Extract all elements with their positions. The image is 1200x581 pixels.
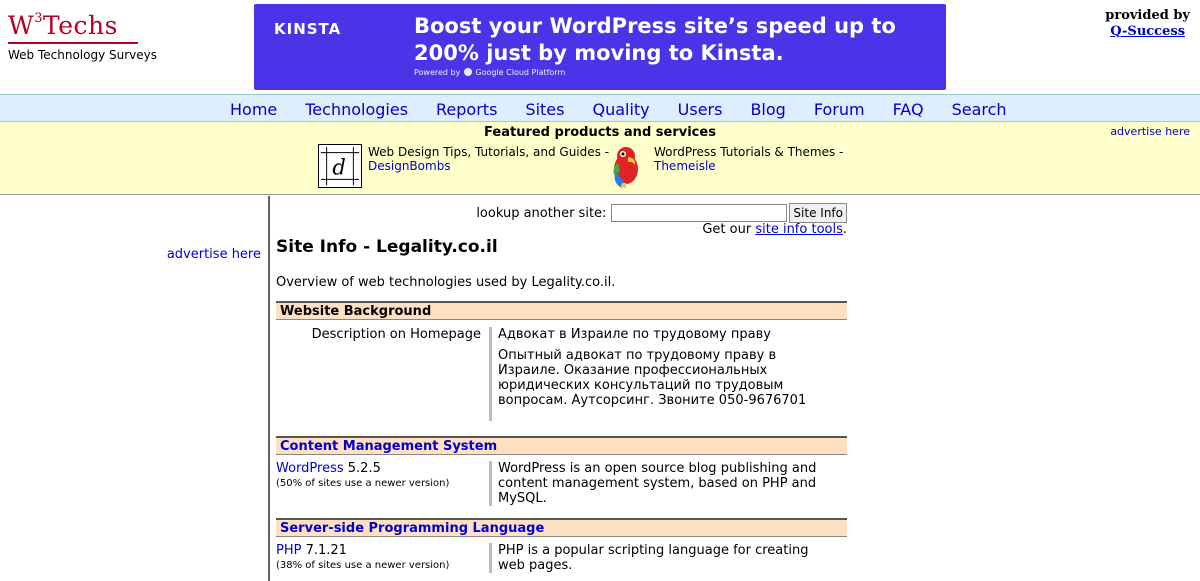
advertise-link-left[interactable]: advertise here xyxy=(167,247,261,262)
page-title: Site Info - Legality.co.il xyxy=(276,237,498,257)
main-nav: Home Technologies Reports Sites Quality … xyxy=(0,94,1200,122)
description-title: Адвокат в Израиле по трудовому праву xyxy=(498,327,771,342)
site-info-tools-link[interactable]: site info tools xyxy=(755,222,843,237)
logo-underline xyxy=(8,42,138,44)
php-version-note: (38% of sites use a newer version) xyxy=(276,560,450,571)
wordpress-description: WordPress is an open source blog publish… xyxy=(489,461,829,506)
server-language-section-link[interactable]: Server-side Programming Language xyxy=(280,521,544,536)
featured-products: Featured products and services advertise… xyxy=(0,122,1200,195)
provided-by: provided by Q-Success xyxy=(1105,8,1190,40)
php-version: 7.1.21 xyxy=(305,543,347,558)
description-value: Адвокат в Израиле по трудовому праву Опы… xyxy=(489,327,829,421)
kinsta-ad-banner[interactable]: KINSTA Boost your WordPress site’s speed… xyxy=(254,4,946,90)
lookup-form: lookup another site: Site Info xyxy=(476,203,847,223)
featured-item-themeisle: WordPress Tutorials & Themes - Themeisle xyxy=(604,144,844,189)
w3techs-logo[interactable]: W3Techs Web Technology Surveys xyxy=(8,4,208,62)
wordpress-version-note: (50% of sites use a newer version) xyxy=(276,478,450,489)
nav-quality[interactable]: Quality xyxy=(592,100,649,119)
php-description: PHP is a popular scripting language for … xyxy=(489,543,829,573)
left-sidebar: advertise here xyxy=(0,196,270,581)
designbombs-icon-svg: d xyxy=(320,146,360,186)
logo-title: W3Techs xyxy=(8,11,118,40)
ad-powered-by: Powered by Google Cloud Platform xyxy=(414,68,566,77)
featured-title: Featured products and services xyxy=(484,125,716,140)
site-info-tools-line: Get our site info tools. xyxy=(702,222,847,237)
svg-text:d: d xyxy=(332,156,345,180)
nav-blog[interactable]: Blog xyxy=(750,100,785,119)
nav-technologies[interactable]: Technologies xyxy=(305,100,408,119)
featured-item-designbombs: d Web Design Tips, Tutorials, and Guides… xyxy=(318,144,609,188)
themeisle-link[interactable]: Themeisle xyxy=(654,159,716,173)
nav-search[interactable]: Search xyxy=(952,100,1007,119)
lookup-site-input[interactable] xyxy=(611,204,788,222)
q-success-link[interactable]: Q-Success xyxy=(1110,24,1185,39)
themeisle-parrot-icon[interactable] xyxy=(604,144,648,189)
page-overview: Overview of web technologies used by Leg… xyxy=(276,275,616,290)
featured-themeisle-text: WordPress Tutorials & Themes - xyxy=(654,145,844,159)
provided-label: provided by xyxy=(1105,8,1190,23)
wordpress-version: 5.2.5 xyxy=(347,461,381,476)
nav-sites[interactable]: Sites xyxy=(525,100,564,119)
cms-section-link[interactable]: Content Management System xyxy=(280,439,497,454)
section-server-language[interactable]: Server-side Programming Language xyxy=(276,518,847,537)
description-text: Опытный адвокат по трудовому праву в Изр… xyxy=(498,348,807,408)
designbombs-link[interactable]: DesignBombs xyxy=(368,159,451,173)
section-website-background: Website Background xyxy=(276,301,847,320)
featured-designbombs-text: Web Design Tips, Tutorials, and Guides - xyxy=(368,145,610,159)
php-link[interactable]: PHP xyxy=(276,543,301,558)
section-cms[interactable]: Content Management System xyxy=(276,436,847,455)
nav-home[interactable]: Home xyxy=(230,100,277,119)
parrot-svg xyxy=(613,147,638,189)
nav-reports[interactable]: Reports xyxy=(436,100,497,119)
logo-tagline: Web Technology Surveys xyxy=(8,48,158,62)
ad-headline: Boost your WordPress site’s speed up to … xyxy=(414,14,896,65)
description-label: Description on Homepage xyxy=(311,327,481,342)
advertise-link-top[interactable]: advertise here xyxy=(1110,125,1190,138)
nav-users[interactable]: Users xyxy=(678,100,723,119)
lookup-label: lookup another site: xyxy=(476,205,607,221)
google-cloud-icon xyxy=(464,68,473,76)
wordpress-link[interactable]: WordPress xyxy=(276,461,344,476)
site-info-button[interactable]: Site Info xyxy=(789,203,847,223)
nav-forum[interactable]: Forum xyxy=(814,100,865,119)
nav-faq[interactable]: FAQ xyxy=(893,100,924,119)
kinsta-brand: KINSTA xyxy=(274,20,342,38)
designbombs-logo-icon[interactable]: d xyxy=(318,144,362,188)
